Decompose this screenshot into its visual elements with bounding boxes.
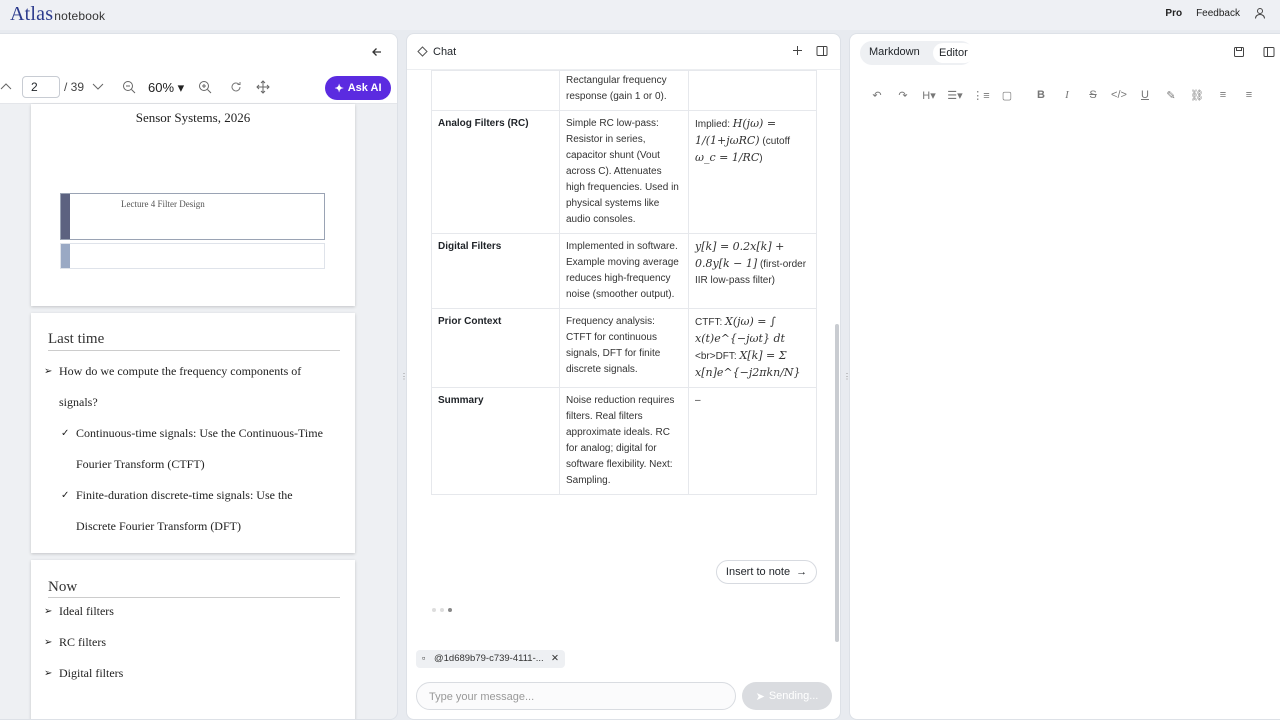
file-icon: ▫ xyxy=(422,653,426,664)
chat-panel: Chat Rectangular frequency response (gai… xyxy=(406,33,841,720)
slide-page-3: Now ➢ Ideal filters ➢ RC filters ➢ Digital … xyxy=(31,560,355,719)
arrow-right-icon: → xyxy=(796,566,808,578)
underline-icon[interactable]: U xyxy=(1132,86,1158,104)
heading-icon[interactable]: H▾ xyxy=(916,86,942,104)
resize-handle[interactable]: ⋮ xyxy=(400,372,408,382)
slide-subbullet: ✓ Finite-duration discrete-time signals: … xyxy=(61,488,293,502)
chat-scrollbar[interactable] xyxy=(835,324,839,642)
user-icon[interactable] xyxy=(1254,7,1266,19)
send-icon: ➤ xyxy=(755,690,765,703)
slide-bullet: ➢ RC filters xyxy=(44,635,106,649)
zoom-in-icon[interactable] xyxy=(198,80,212,94)
slide-title: Sensor Systems, 2026 xyxy=(135,110,251,125)
page-number-input[interactable]: 2 xyxy=(22,76,60,98)
table-row: Summary Noise reduction requires filters.… xyxy=(431,387,817,495)
table-row: Analog Filters (RC) Simple RC low-pass: R… xyxy=(431,110,817,234)
slide-heading: Now xyxy=(48,579,78,595)
chat-title: Chat xyxy=(433,46,457,58)
table-row: Rectangular frequency response (gain 1 o… xyxy=(431,70,817,111)
next-page-icon[interactable] xyxy=(92,82,104,92)
table-row: Digital Filters Implemented in software. … xyxy=(431,233,817,309)
back-arrow-icon[interactable] xyxy=(371,46,383,58)
slide-page-1: Sensor Systems, 2026 Lecture 4 Filter De… xyxy=(31,104,355,306)
remove-attachment-icon[interactable]: ✕ xyxy=(551,653,559,664)
pdf-toolbar: 2 / 39 60% ▾ ✦ Ask AI xyxy=(0,72,397,104)
slide-subbullet-cont: Discrete Fourier Transform (DFT) xyxy=(76,519,241,533)
slide-page-2: Last time ➢ How do we compute the frequen… xyxy=(31,313,355,553)
insert-to-note-button[interactable]: Insert to note → xyxy=(716,560,817,584)
chat-icon xyxy=(417,46,428,57)
editor-content-area[interactable] xyxy=(850,114,1280,714)
slide-bullet: ➢ Ideal filters xyxy=(44,604,114,618)
top-bar: Atlasnotebook Pro Feedback xyxy=(0,0,1280,30)
save-icon[interactable] xyxy=(1233,46,1245,58)
ordered-list-icon[interactable]: ⋮≡ xyxy=(968,86,994,104)
editor-mode-tabs: Markdown Editor xyxy=(860,41,974,65)
bullet-list-icon[interactable]: ☰▾ xyxy=(942,86,968,104)
slide-bullet-cont: signals? xyxy=(59,395,98,409)
rotate-icon[interactable] xyxy=(230,81,242,93)
lecture-box: Lecture 4 Filter Design xyxy=(60,193,325,240)
formatting-toolbar: ↶ ↷ H▾ ☰▾ ⋮≡ ▢ B I S </> U ✎ ⛓ ≡ ≡ xyxy=(864,86,1262,104)
new-chat-icon[interactable] xyxy=(792,45,803,56)
attachment-chip[interactable]: ▫ @1d689b79-c739-4111-... ✕ xyxy=(416,650,565,668)
feedback-link[interactable]: Feedback xyxy=(1196,8,1240,19)
lecture-box-secondary xyxy=(60,243,325,269)
message-input[interactable]: Type your message... xyxy=(416,682,736,710)
slide-bullet: ➢ Digital filters xyxy=(44,666,124,680)
align-left-icon[interactable]: ≡ xyxy=(1210,86,1236,104)
tab-markdown[interactable]: Markdown xyxy=(869,46,920,58)
redo-icon[interactable]: ↷ xyxy=(890,86,916,104)
pro-link[interactable]: Pro xyxy=(1165,8,1182,19)
strikethrough-icon[interactable]: S xyxy=(1080,86,1106,104)
response-table: Rectangular frequency response (gain 1 o… xyxy=(431,70,817,495)
prev-page-icon[interactable] xyxy=(0,81,12,91)
app-logo[interactable]: Atlasnotebook xyxy=(10,3,105,26)
table-row: Prior Context Frequency analysis: CTFT fo… xyxy=(431,308,817,388)
resize-handle[interactable]: ⋮ xyxy=(843,372,851,382)
slide-subbullet: ✓ Continuous-time signals: Use the Contin… xyxy=(61,426,323,440)
link-icon[interactable]: ⛓ xyxy=(1184,86,1210,104)
zoom-level[interactable]: 60% ▾ xyxy=(148,80,184,96)
slide-heading: Last time xyxy=(48,331,105,347)
typing-indicator xyxy=(432,608,452,612)
slide-subbullet-cont: Fourier Transform (CTFT) xyxy=(76,457,205,471)
ask-ai-button[interactable]: ✦ Ask AI xyxy=(325,76,391,100)
undo-icon[interactable]: ↶ xyxy=(864,86,890,104)
send-button[interactable]: ➤ Sending... xyxy=(742,682,832,710)
tab-editor[interactable]: Editor xyxy=(933,43,974,63)
slide-bullet: ➢ How do we compute the frequency compone… xyxy=(44,364,302,378)
align-center-icon[interactable]: ≡ xyxy=(1236,86,1262,104)
italic-icon[interactable]: I xyxy=(1054,86,1080,104)
code-block-icon[interactable]: ▢ xyxy=(994,86,1020,104)
note-editor-panel: Markdown Editor ↶ ↷ H▾ ☰▾ ⋮≡ ▢ B I S </>… xyxy=(849,33,1280,720)
sparkle-icon: ✦ xyxy=(334,82,344,95)
highlight-icon[interactable]: ✎ xyxy=(1158,86,1184,104)
pdf-viewer-panel: 2 / 39 60% ▾ ✦ Ask AI Sensor Systems, 202… xyxy=(0,33,398,720)
page-total: / 39 xyxy=(64,80,85,94)
bold-icon[interactable]: B xyxy=(1028,86,1054,104)
pan-icon[interactable] xyxy=(256,80,270,94)
zoom-out-icon[interactable] xyxy=(122,80,136,94)
panel-toggle-icon[interactable] xyxy=(1263,46,1275,58)
sidebar-toggle-icon[interactable] xyxy=(816,45,828,57)
code-icon[interactable]: </> xyxy=(1106,86,1132,104)
